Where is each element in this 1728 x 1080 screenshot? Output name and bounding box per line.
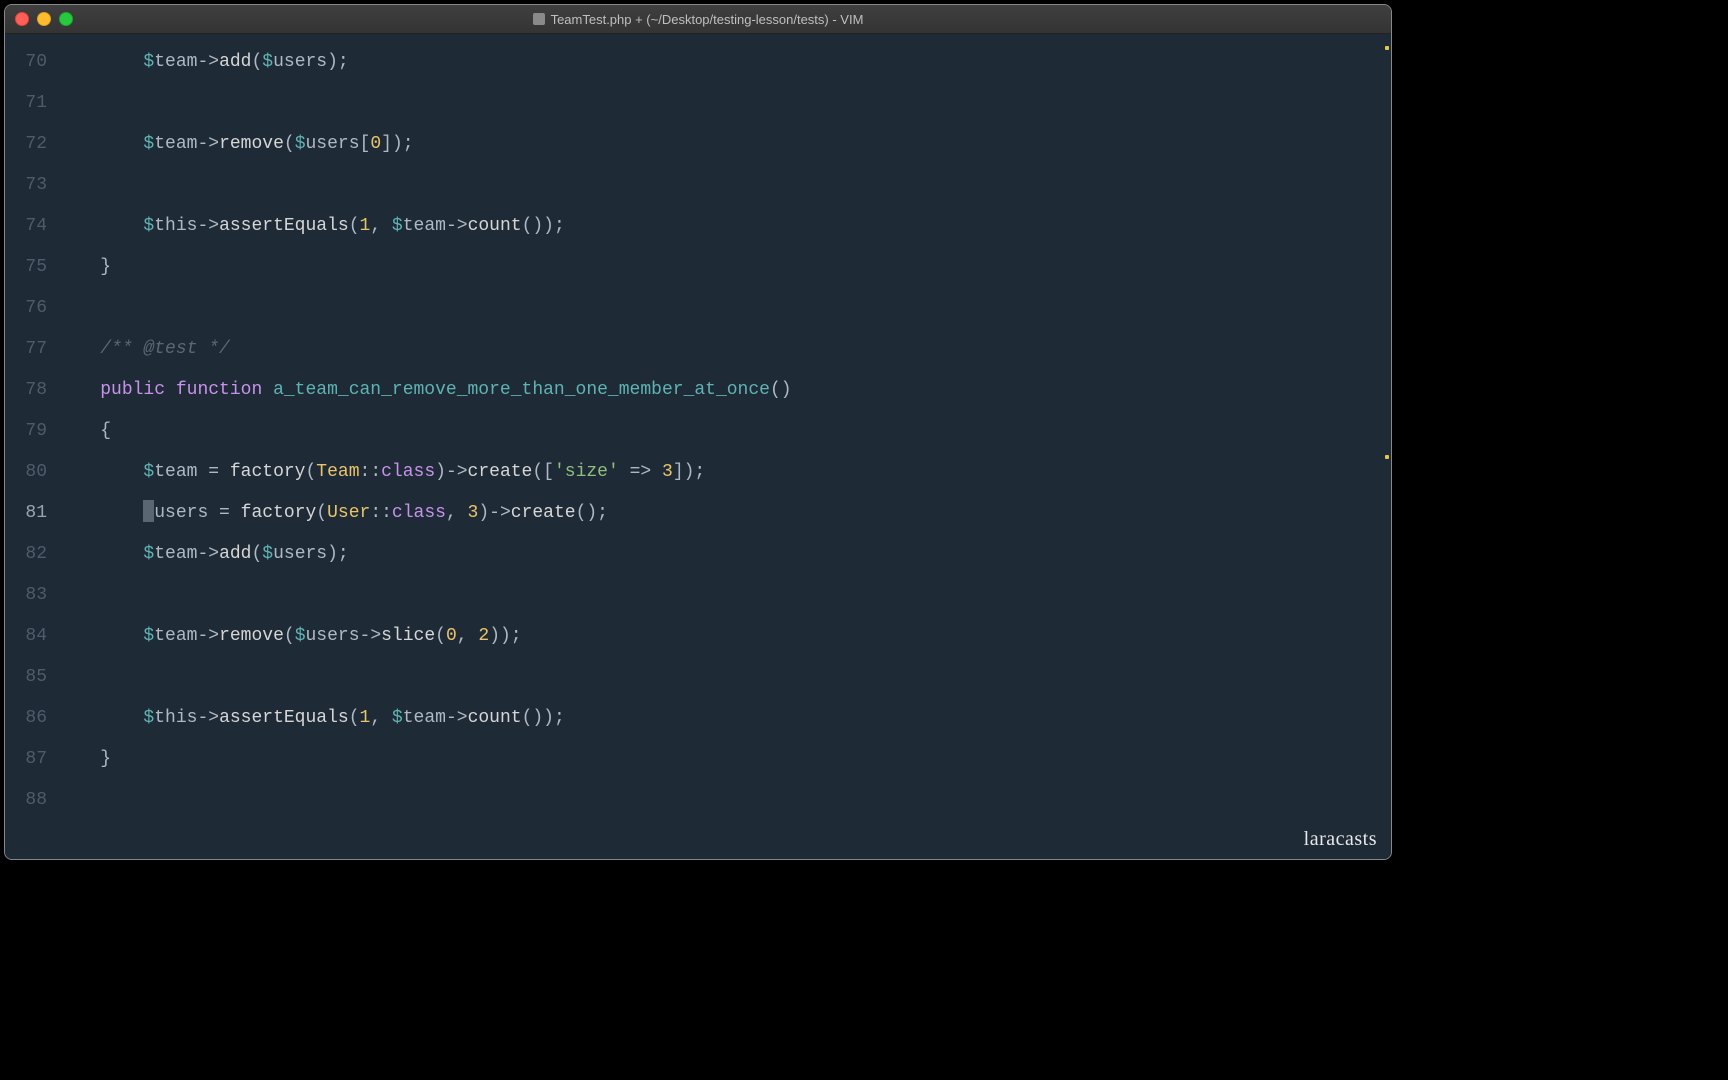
code-line[interactable]: 71 [5,83,1391,124]
line-content[interactable]: } [57,247,1391,288]
line-content[interactable] [57,83,1391,124]
line-content[interactable]: } [57,739,1391,780]
line-number: 82 [5,534,57,575]
line-number: 71 [5,83,57,124]
line-content[interactable]: /** @test */ [57,329,1391,370]
line-content[interactable]: { [57,411,1391,452]
window-title: TeamTest.php + (~/Desktop/testing-lesson… [5,12,1391,27]
code-line[interactable]: 79 { [5,411,1391,452]
code-line[interactable]: 76 [5,288,1391,329]
line-number: 80 [5,452,57,493]
line-number: 76 [5,288,57,329]
line-number: 78 [5,370,57,411]
code-line[interactable]: 70 $team->add($users); [5,42,1391,83]
code-area[interactable]: 70 $team->add($users);71 72 $team->remov… [5,34,1391,821]
line-content[interactable]: $this->assertEquals(1, $team->count()); [57,698,1391,739]
line-content[interactable]: $users = factory(User::class, 3)->create… [57,493,1391,534]
line-number: 73 [5,165,57,206]
line-number: 81 [5,493,57,534]
code-line[interactable]: 75 } [5,247,1391,288]
line-content[interactable] [57,575,1391,616]
code-line[interactable]: 74 $this->assertEquals(1, $team->count()… [5,206,1391,247]
editor-viewport[interactable]: 70 $team->add($users);71 72 $team->remov… [5,34,1391,859]
line-content[interactable] [57,657,1391,698]
scrollbar[interactable] [1385,42,1389,819]
line-number: 87 [5,739,57,780]
line-content[interactable]: public function a_team_can_remove_more_t… [57,370,1391,411]
code-line[interactable]: 78 public function a_team_can_remove_mor… [5,370,1391,411]
code-line[interactable]: 82 $team->add($users); [5,534,1391,575]
code-line[interactable]: 77 /** @test */ [5,329,1391,370]
traffic-lights [15,12,73,26]
line-number: 83 [5,575,57,616]
code-line[interactable]: 88 [5,780,1391,821]
line-content[interactable] [57,288,1391,329]
line-number: 74 [5,206,57,247]
watermark: laracasts [1304,828,1377,851]
zoom-icon[interactable] [59,12,73,26]
line-content[interactable] [57,165,1391,206]
code-line[interactable]: 86 $this->assertEquals(1, $team->count()… [5,698,1391,739]
line-number: 85 [5,657,57,698]
code-line[interactable]: 85 [5,657,1391,698]
line-content[interactable]: $this->assertEquals(1, $team->count()); [57,206,1391,247]
document-icon [533,13,545,25]
code-line[interactable]: 83 [5,575,1391,616]
code-line[interactable]: 84 $team->remove($users->slice(0, 2)); [5,616,1391,657]
window-title-text: TeamTest.php + (~/Desktop/testing-lesson… [551,12,864,27]
line-content[interactable]: $team->add($users); [57,42,1391,83]
code-line[interactable]: 87 } [5,739,1391,780]
line-content[interactable]: $team->add($users); [57,534,1391,575]
code-line[interactable]: 81 $users = factory(User::class, 3)->cre… [5,493,1391,534]
code-line[interactable]: 73 [5,165,1391,206]
titlebar[interactable]: TeamTest.php + (~/Desktop/testing-lesson… [5,5,1391,34]
line-content[interactable]: $team->remove($users->slice(0, 2)); [57,616,1391,657]
minimize-icon[interactable] [37,12,51,26]
line-number: 88 [5,780,57,821]
code-line[interactable]: 72 $team->remove($users[0]); [5,124,1391,165]
line-number: 72 [5,124,57,165]
line-content[interactable] [57,780,1391,821]
line-number: 70 [5,42,57,83]
cursor [143,500,154,522]
line-number: 86 [5,698,57,739]
line-number: 77 [5,329,57,370]
line-number: 75 [5,247,57,288]
line-content[interactable]: $team = factory(Team::class)->create(['s… [57,452,1391,493]
code-line[interactable]: 80 $team = factory(Team::class)->create(… [5,452,1391,493]
line-number: 79 [5,411,57,452]
line-content[interactable]: $team->remove($users[0]); [57,124,1391,165]
line-number: 84 [5,616,57,657]
close-icon[interactable] [15,12,29,26]
vim-window: TeamTest.php + (~/Desktop/testing-lesson… [4,4,1392,860]
